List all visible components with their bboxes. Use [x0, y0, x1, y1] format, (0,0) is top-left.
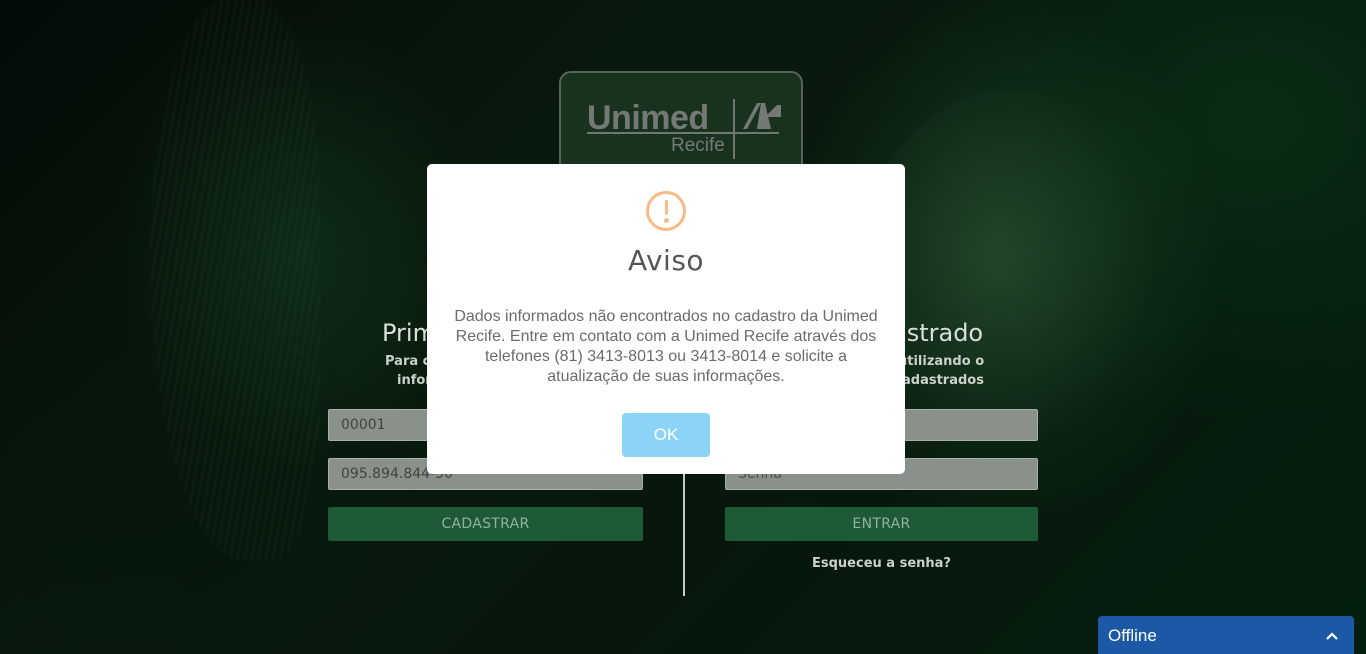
dialog-message: Dados informados não encontrados no cada… — [454, 308, 878, 385]
chevron-up-icon[interactable] — [1326, 627, 1338, 643]
warning-icon — [646, 191, 686, 231]
registered-heading: astrado — [892, 319, 984, 347]
register-button[interactable]: CADASTRAR — [328, 507, 643, 541]
warning-icon-dot — [664, 218, 669, 223]
panel-divider — [683, 470, 685, 596]
login-button[interactable]: ENTRAR — [725, 507, 1038, 541]
forgot-password-link[interactable]: Esqueceu a senha? — [725, 556, 1038, 571]
chat-widget[interactable]: Offline — [1098, 616, 1354, 654]
chat-status: Offline — [1108, 626, 1157, 645]
warning-dialog: Aviso Dados informados não encontrados n… — [427, 164, 905, 474]
ok-button[interactable]: OK — [622, 413, 710, 457]
dialog-title: Aviso — [627, 244, 705, 277]
registered-description: utilizando o adastrados — [898, 354, 985, 388]
warning-icon-bar — [665, 200, 668, 215]
